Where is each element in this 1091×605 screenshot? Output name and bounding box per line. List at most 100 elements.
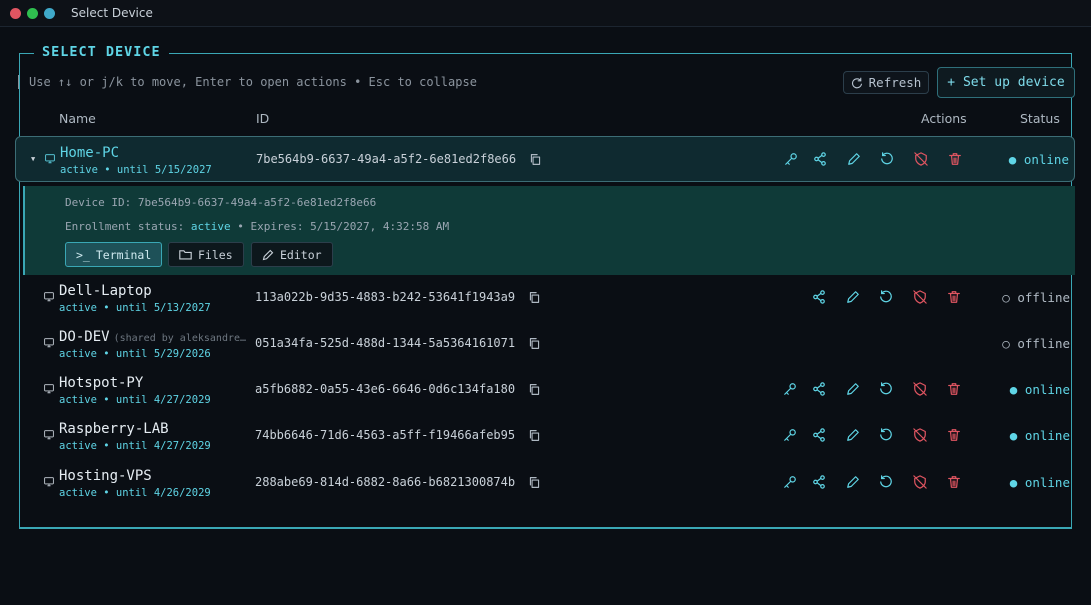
- status-badge: ● online: [1008, 152, 1069, 167]
- pencil-icon[interactable]: [847, 152, 861, 166]
- device-name: Hotspot-PY: [59, 375, 143, 391]
- shield-off-icon[interactable]: [913, 290, 927, 304]
- refresh-icon[interactable]: [879, 382, 893, 396]
- shield-off-icon[interactable]: [914, 152, 928, 166]
- trash-icon[interactable]: [947, 290, 961, 304]
- device-id: a5fb6882-0a55-43e6-6646-0d6c134fa180: [255, 382, 516, 396]
- monitor-icon: [43, 477, 55, 487]
- window-title: Select Device: [71, 6, 153, 20]
- device-name: Dell-Laptop: [59, 283, 152, 299]
- shield-off-icon[interactable]: [913, 428, 927, 442]
- share-icon[interactable]: [812, 290, 826, 304]
- status-badge: ○ offline: [1002, 290, 1070, 305]
- monitor-icon: [43, 338, 55, 348]
- set-up-device-button[interactable]: + Set up device: [937, 67, 1075, 98]
- editor-label: Editor: [280, 247, 322, 262]
- device-name: DO-DEV (shared by aleksandre…: [59, 329, 246, 345]
- device-id: 74bb6646-71d6-4563-a5ff-f19466afeb95: [255, 428, 516, 442]
- copy-icon[interactable]: [529, 153, 542, 166]
- key-icon[interactable]: [783, 382, 797, 396]
- key-icon[interactable]: [783, 428, 797, 442]
- device-row[interactable]: Raspberry-LAB active • until 4/27/2029 74b…: [15, 413, 1075, 459]
- copy-icon[interactable]: [528, 383, 541, 396]
- device-name: Hosting-VPS: [59, 468, 152, 484]
- device-name-text: DO-DEV: [59, 329, 110, 345]
- device-id: 7be564b9-6637-49a4-a5f2-6e81ed2f8e66: [256, 152, 517, 166]
- terminal-label: Terminal: [95, 247, 152, 262]
- expand-caret-icon[interactable]: ▼: [31, 155, 35, 163]
- device-name-text: Home-PC: [60, 145, 120, 161]
- pencil-icon[interactable]: [846, 428, 860, 442]
- copy-icon[interactable]: [528, 291, 541, 304]
- status-badge: ● online: [1009, 382, 1070, 397]
- detail-enrollment-label: Enrollment status:: [65, 220, 185, 233]
- status-badge: ○ offline: [1002, 336, 1070, 351]
- column-header-status: Status: [1020, 111, 1060, 126]
- device-row[interactable]: DO-DEV (shared by aleksandre… active • unt…: [15, 321, 1075, 367]
- trash-icon[interactable]: [948, 152, 962, 166]
- detail-device-id: Device ID: 7be564b9-6637-49a4-a5f2-6e81e…: [65, 196, 376, 209]
- copy-icon[interactable]: [528, 337, 541, 350]
- detail-expires: • Expires: 5/15/2027, 4:32:58 AM: [237, 220, 450, 233]
- status-badge: ● online: [1009, 428, 1070, 443]
- terminal-icon: >_: [76, 247, 90, 262]
- trash-icon[interactable]: [947, 475, 961, 489]
- refresh-icon[interactable]: [879, 475, 893, 489]
- refresh-icon: [851, 77, 862, 88]
- title-bar: Select Device: [0, 0, 1091, 27]
- trash-icon[interactable]: [947, 428, 961, 442]
- device-row[interactable]: Dell-Laptop active • until 5/13/2027 113a0…: [15, 275, 1075, 321]
- share-icon[interactable]: [812, 475, 826, 489]
- refresh-icon[interactable]: [879, 290, 893, 304]
- refresh-button[interactable]: Refresh: [843, 71, 929, 94]
- window-controls: [10, 7, 55, 19]
- detail-enrollment: Enrollment status: active • Expires: 5/1…: [65, 220, 449, 233]
- key-icon[interactable]: [783, 475, 797, 489]
- device-row[interactable]: ▼ Home-PC active • until 5/15/2027 7be564b9…: [15, 136, 1075, 182]
- device-id: 288abe69-814d-6882-8a66-b6821300874b: [255, 475, 516, 489]
- set-up-device-label: + Set up device: [947, 75, 1065, 90]
- pencil-icon[interactable]: [846, 475, 860, 489]
- detail-device-id-value: 7be564b9-6637-49a4-a5f2-6e81ed2f8e66: [137, 196, 377, 209]
- device-name: Home-PC: [60, 145, 119, 161]
- files-label: Files: [198, 247, 233, 262]
- copy-icon[interactable]: [528, 429, 541, 442]
- shield-off-icon[interactable]: [913, 475, 927, 489]
- column-header-id: ID: [256, 111, 270, 126]
- key-icon[interactable]: [784, 152, 798, 166]
- device-name-text: Hotspot-PY: [59, 375, 144, 391]
- shared-by-label: (shared by aleksandre…: [113, 333, 247, 344]
- pencil-icon: [262, 249, 274, 260]
- device-row[interactable]: Hotspot-PY active • until 4/27/2029 a5fb68…: [15, 367, 1075, 413]
- column-header-actions: Actions: [921, 111, 967, 126]
- pencil-icon[interactable]: [846, 290, 860, 304]
- files-button[interactable]: Files: [168, 242, 244, 267]
- refresh-icon[interactable]: [880, 152, 894, 166]
- share-icon[interactable]: [812, 428, 826, 442]
- detail-device-id-label: Device ID:: [65, 196, 132, 209]
- device-name-text: Dell-Laptop: [59, 283, 152, 299]
- device-enrollment: active • until 5/13/2027: [59, 302, 211, 314]
- shield-off-icon[interactable]: [913, 382, 927, 396]
- refresh-icon[interactable]: [879, 428, 893, 442]
- monitor-icon: [43, 384, 55, 394]
- pencil-icon[interactable]: [846, 382, 860, 396]
- close-window-button[interactable]: [10, 7, 21, 19]
- minimize-window-button[interactable]: [27, 7, 38, 19]
- copy-icon[interactable]: [528, 476, 541, 489]
- maximize-window-button[interactable]: [44, 7, 55, 19]
- device-name: Raspberry-LAB: [59, 421, 169, 437]
- trash-icon[interactable]: [947, 382, 961, 396]
- editor-button[interactable]: Editor: [251, 242, 333, 267]
- monitor-icon: [43, 430, 55, 440]
- share-icon[interactable]: [813, 152, 827, 166]
- column-header-name: Name: [59, 111, 96, 126]
- share-icon[interactable]: [812, 382, 826, 396]
- terminal-button[interactable]: >_ Terminal: [65, 242, 163, 267]
- device-enrollment: active • until 5/29/2026: [59, 348, 211, 360]
- status-badge: ● online: [1009, 475, 1070, 490]
- device-name-text: Hosting-VPS: [59, 468, 152, 484]
- device-id: 051a34fa-525d-488d-1344-5a5364161071: [255, 336, 516, 350]
- device-row[interactable]: Hosting-VPS active • until 4/26/2029 288ab…: [15, 460, 1075, 506]
- device-name-text: Raspberry-LAB: [59, 421, 169, 437]
